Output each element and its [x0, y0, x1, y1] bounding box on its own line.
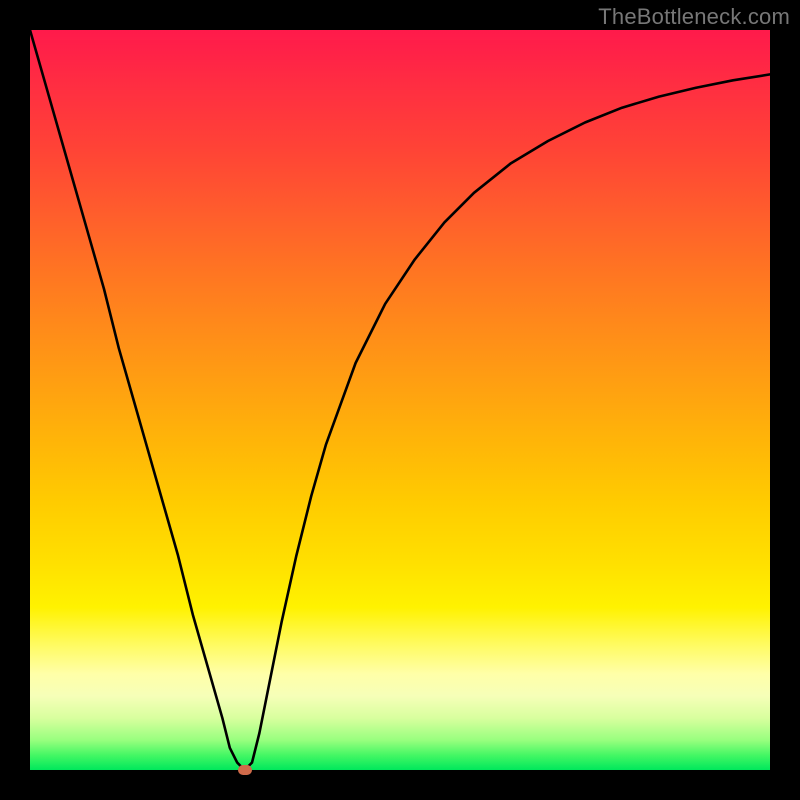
- plot-area: [30, 30, 770, 770]
- min-marker: [238, 765, 252, 775]
- bottleneck-curve: [30, 30, 770, 770]
- watermark-text: TheBottleneck.com: [598, 4, 790, 30]
- chart-frame: TheBottleneck.com: [0, 0, 800, 800]
